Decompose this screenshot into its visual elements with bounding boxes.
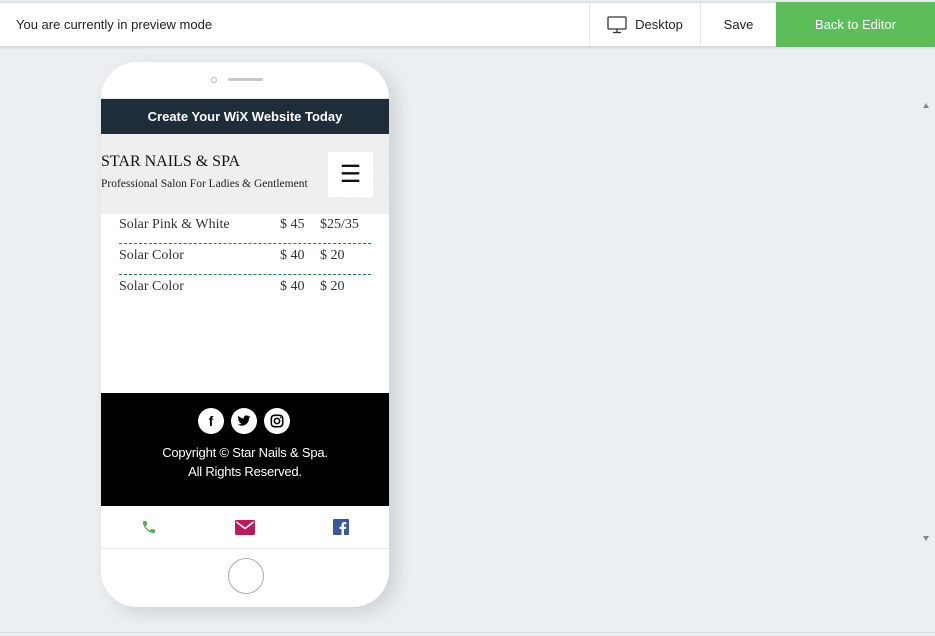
- price-fill: $25/35: [320, 217, 359, 232]
- price-row: Solar Pink & White $ 45 $25/35: [119, 214, 371, 245]
- mobile-site-screen: Create Your WiX Website Today STAR NAILS…: [101, 98, 389, 549]
- back-to-editor-button[interactable]: Back to Editor: [776, 2, 935, 47]
- site-title: STAR NAILS & SPA: [101, 153, 241, 170]
- phone-icon[interactable]: [139, 517, 159, 537]
- bottom-divider: [0, 632, 935, 633]
- scroll-down-arrow-icon[interactable]: [923, 536, 929, 541]
- service-name: Solar Pink & White: [119, 217, 230, 232]
- price-row: Solar Color $ 40 $ 20: [119, 245, 371, 276]
- instagram-icon[interactable]: [264, 408, 290, 434]
- wix-promo-banner[interactable]: Create Your WiX Website Today: [101, 99, 389, 134]
- email-icon[interactable]: [235, 517, 255, 537]
- preview-toolbar: You are currently in preview mode Deskto…: [0, 2, 935, 47]
- social-links: f: [198, 408, 290, 434]
- preview-mode-message: You are currently in preview mode: [16, 17, 213, 32]
- phone-camera: [211, 77, 217, 83]
- hamburger-icon: ☰: [339, 161, 362, 188]
- rights-text: All Rights Reserved.: [188, 464, 302, 479]
- desktop-label: Desktop: [635, 17, 683, 32]
- site-subtitle: Professional Salon For Ladies & Gentleme…: [101, 178, 308, 190]
- price-fill: $ 20: [320, 279, 345, 294]
- menu-button[interactable]: ☰: [328, 152, 373, 197]
- price-row: Solar Color $ 40 $ 20: [119, 276, 371, 307]
- price-full-set: $ 40: [280, 279, 305, 294]
- facebook-square-icon[interactable]: [331, 517, 351, 537]
- price-full-set: $ 45: [280, 217, 305, 232]
- service-name: Solar Color: [119, 248, 184, 263]
- mobile-action-bar: [101, 506, 389, 549]
- price-list: Solar Pink & White $ 45 $25/35 Solar Col…: [119, 214, 371, 307]
- site-footer: f Copyright © Star Nails & Spa. All Righ…: [101, 393, 389, 506]
- copyright-text: Copyright © Star Nails & Spa.: [162, 445, 328, 460]
- save-button[interactable]: Save: [701, 3, 776, 46]
- phone-home-button: [228, 558, 264, 594]
- desktop-view-button[interactable]: Desktop: [590, 3, 700, 46]
- scroll-up-arrow-icon[interactable]: [923, 103, 929, 108]
- wix-banner-text: Create Your WiX Website Today: [147, 109, 343, 124]
- facebook-icon[interactable]: f: [198, 408, 224, 434]
- desktop-icon: [607, 15, 627, 33]
- price-fill: $ 20: [320, 248, 345, 263]
- phone-speaker: [228, 78, 263, 81]
- mobile-preview-frame: Create Your WiX Website Today STAR NAILS…: [101, 62, 389, 607]
- price-full-set: $ 40: [280, 248, 305, 263]
- twitter-icon[interactable]: [231, 408, 257, 434]
- service-name: Solar Color: [119, 279, 184, 294]
- site-header: STAR NAILS & SPA Professional Salon For …: [101, 134, 389, 214]
